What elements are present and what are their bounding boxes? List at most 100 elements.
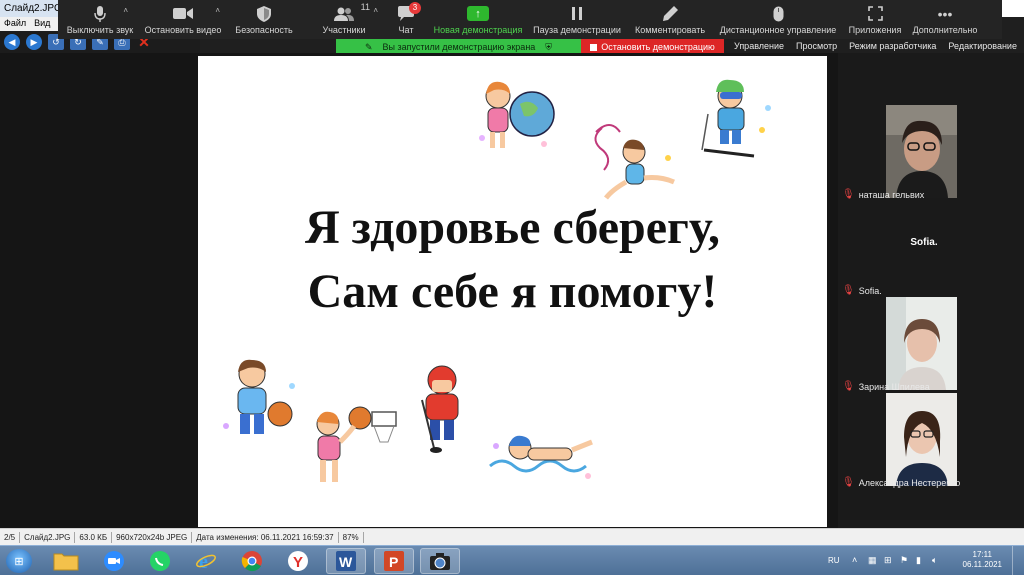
status-size: 63.0 КБ (75, 531, 113, 543)
chevron-up-icon[interactable]: ˄ (373, 6, 378, 15)
gymnast-illustration (594, 124, 675, 200)
taskbar-yandex[interactable]: Y (278, 548, 318, 574)
new-share-button[interactable]: ↑ Новая демонстрация (428, 0, 528, 39)
muted-mic-icon: 🎙︎ (842, 477, 855, 488)
word-icon: W (336, 551, 356, 571)
clock-time: 17:11 (972, 550, 992, 559)
yandex-browser-icon: Y (288, 551, 308, 571)
taskbar-ie[interactable]: e (186, 548, 226, 574)
muted-mic-icon: 🎙︎ (842, 285, 855, 296)
svg-text:Y: Y (293, 554, 303, 571)
taskbar-word[interactable]: W (326, 548, 366, 574)
menu-manage[interactable]: Управление (734, 41, 784, 51)
stop-icon (590, 43, 598, 51)
status-file: Слайд2.JPG (20, 531, 76, 543)
menu-file[interactable]: Файл (4, 18, 26, 31)
taskbar-explorer[interactable] (46, 548, 86, 574)
more-icon: ••• (937, 5, 953, 22)
pencil-icon (662, 5, 678, 22)
shield-check-icon: ⛨ (545, 41, 553, 52)
language-indicator[interactable]: RU (828, 556, 840, 565)
participant-tile[interactable]: 🎙︎ Александра Нестеренко (838, 393, 1010, 489)
back-icon[interactable]: ◀ (4, 34, 20, 50)
apps-button[interactable]: Приложения (842, 0, 908, 39)
menu-edit[interactable]: Редактирование (948, 41, 1017, 51)
boy-football-illustration (223, 359, 295, 434)
chevron-up-icon[interactable]: ˄ (215, 6, 220, 15)
forward-icon[interactable]: ▶ (26, 34, 42, 50)
meeting-toolbar: Выключить звук ˄ Остановить видео ˄ Безо… (58, 0, 1002, 39)
start-button[interactable]: ⊞ (6, 549, 32, 573)
chevron-up-icon[interactable]: ˄ (852, 555, 857, 565)
flag-icon[interactable]: ⚑ (900, 555, 908, 566)
signal-icon[interactable]: ▮ (916, 555, 921, 566)
slide-line-2: Сам себе я помогу! (307, 265, 718, 318)
remote-control-button[interactable]: Дистанционное управление (714, 0, 842, 39)
windows-icon[interactable]: ⊞ (884, 555, 892, 566)
share-screen-icon: ↑ (467, 6, 489, 21)
show-desktop-button[interactable] (1012, 546, 1024, 575)
participants-button[interactable]: 11 Участники ˄ (304, 0, 384, 39)
menu-developer[interactable]: Режим разработчика (849, 41, 936, 51)
more-button[interactable]: ••• Дополнительно (908, 0, 982, 39)
share-status-text: Вы запустили демонстрацию экрана (382, 42, 536, 52)
participant-display-name: Sofia. (910, 237, 938, 248)
participant-tile[interactable]: 🎙︎ наташа гельвих (838, 105, 1010, 201)
menu-view[interactable]: Вид (34, 18, 50, 31)
taskbar-chrome[interactable] (232, 548, 272, 574)
viewer-window-title: Слайд2.JPG (0, 0, 60, 17)
participant-name: Зарина Шпилева (858, 381, 930, 392)
apps-icon (867, 5, 883, 22)
chevron-up-icon[interactable]: ˄ (123, 6, 128, 15)
girl-globe-illustration (479, 81, 555, 148)
status-zoom: 87% (339, 531, 364, 543)
skier-illustration (701, 79, 771, 158)
powerpoint-icon: P (384, 551, 404, 571)
slide-heading: Я здоровье сберегу, Сам себе я помогу! (198, 196, 827, 324)
chat-icon: 3 (398, 2, 421, 22)
status-page: 2/5 (0, 531, 21, 543)
shield-icon (257, 5, 271, 22)
status-dims: 960x720x24b JPEG (112, 531, 193, 543)
viewer-menubar: Файл Вид (0, 17, 60, 31)
hockey-player-illustration (421, 365, 459, 453)
chat-badge: 3 (409, 2, 421, 14)
pin-icon[interactable]: ✎ (365, 42, 373, 53)
taskbar-whatsapp[interactable] (140, 548, 180, 574)
camera-icon (430, 553, 450, 570)
svg-text:e: e (199, 551, 208, 572)
microphone-icon (94, 5, 106, 22)
participants-count: 11 (360, 2, 370, 12)
status-modified: Дата изменения: 06.11.2021 16:59:37 (192, 531, 339, 543)
internet-explorer-icon: e (196, 551, 216, 572)
participants-video-panel: 🎙︎ наташа гельвих Sofia. 🎙︎ Sofia. 🎙︎ Зарин… (838, 53, 1024, 528)
viewer-right-menu: Управление Просмотр Режим разработчика Р… (728, 39, 1024, 52)
participant-tile[interactable]: Sofia. 🎙︎ Sofia. (838, 201, 1010, 297)
taskbar-photo-viewer[interactable] (420, 548, 460, 574)
muted-mic-icon: 🎙︎ (842, 381, 855, 392)
slide-line-1: Я здоровье сберегу, (304, 201, 721, 254)
security-button[interactable]: Безопасность (224, 0, 304, 39)
svg-text:P: P (389, 554, 398, 570)
window-control[interactable] (1002, 0, 1024, 17)
video-camera-icon (173, 5, 193, 22)
viewer-status-bar: 2/5 Слайд2.JPG 63.0 КБ 960x720x24b JPEG … (0, 528, 1024, 545)
network-icon[interactable]: ▦ (868, 555, 877, 566)
stop-video-button[interactable]: Остановить видео ˄ (142, 0, 224, 39)
pause-share-button[interactable]: Пауза демонстрации (528, 0, 626, 39)
menu-preview[interactable]: Просмотр (796, 41, 837, 51)
chat-button[interactable]: 3 Чат (384, 0, 428, 39)
volume-icon[interactable]: 🔈︎ (932, 555, 937, 566)
taskbar-powerpoint[interactable]: P (374, 548, 414, 574)
participant-name: наташа гельвих (858, 189, 925, 200)
annotate-button[interactable]: Комментировать (626, 0, 714, 39)
participant-name: Sofia. (858, 285, 882, 296)
pause-icon (571, 5, 583, 22)
taskbar-zoom[interactable] (94, 548, 134, 574)
participant-tile[interactable]: 🎙︎ Зарина Шпилева (838, 297, 1010, 393)
mute-button[interactable]: Выключить звук ˄ (58, 0, 142, 39)
participant-video (886, 393, 957, 486)
clock[interactable]: 17:11 06.11.2021 (963, 550, 1002, 570)
swimmer-illustration (489, 435, 593, 479)
whatsapp-icon (150, 551, 170, 571)
